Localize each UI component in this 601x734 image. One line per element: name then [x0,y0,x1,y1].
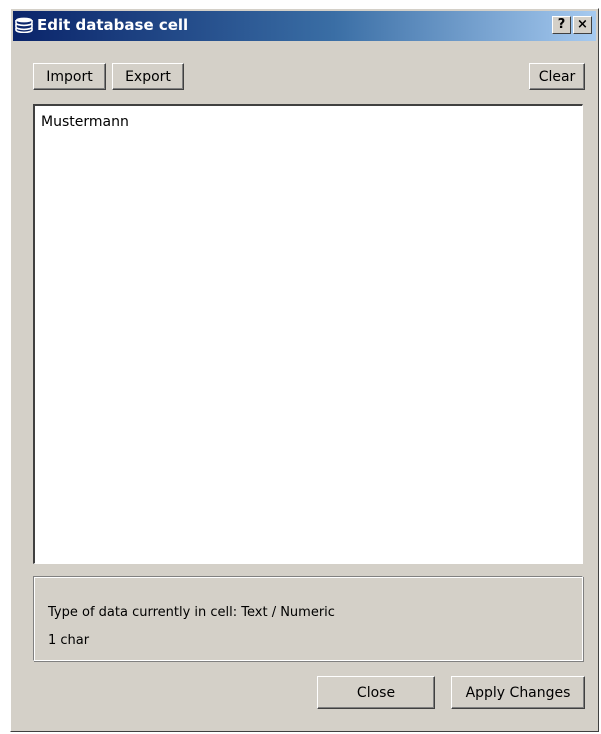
import-button[interactable]: Import [33,63,106,90]
clear-button[interactable]: Clear [529,63,585,90]
dialog-title: Edit database cell [37,16,189,34]
char-count-label: 1 char [48,633,90,648]
data-type-label: Type of data currently in cell: Text / N… [48,605,335,620]
export-button[interactable]: Export [112,63,184,90]
database-icon [15,17,33,33]
cell-value-editor[interactable]: Mustermann [33,104,583,564]
cell-info-panel: Type of data currently in cell: Text / N… [33,576,583,661]
help-button[interactable]: ? [552,16,571,34]
close-window-button[interactable]: × [573,16,592,34]
apply-changes-button[interactable]: Apply Changes [451,676,585,709]
edit-cell-dialog: Edit database cell ? × Import Export Cle… [10,8,599,732]
close-button[interactable]: Close [317,676,435,709]
title-bar[interactable]: Edit database cell ? × [13,11,596,41]
